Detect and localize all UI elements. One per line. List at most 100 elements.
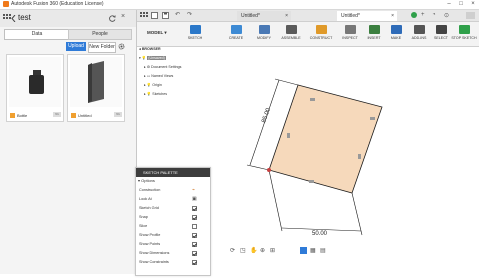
create-icon — [230, 25, 242, 34]
zoom-window-icon[interactable]: ⊞ — [270, 247, 275, 254]
palette-row-label: Look At — [139, 197, 152, 201]
palette-row-snap[interactable]: Snap — [139, 213, 207, 222]
design-file-icon — [10, 113, 15, 118]
toolbar-assemble[interactable]: ASSEMBLE — [276, 24, 306, 46]
constraint-glyph — [309, 180, 314, 183]
toolbar-stop-sketch[interactable]: STOP SKETCH — [449, 24, 479, 46]
look-at-icon[interactable]: ▣ — [192, 195, 197, 204]
modify-icon — [258, 25, 270, 34]
palette-row-show-dimensions[interactable]: Show Dimensions — [139, 249, 207, 258]
constraint-glyph — [287, 133, 290, 138]
inspect-icon — [344, 25, 356, 34]
undo-icon[interactable]: ↶ — [175, 11, 180, 18]
settings-gear-icon[interactable] — [118, 43, 125, 50]
construction-icon[interactable]: ⌁ — [192, 186, 195, 195]
show-dimensions-checkbox[interactable] — [192, 251, 197, 256]
lightbulb-icon[interactable]: 💡 — [147, 92, 151, 96]
data-panel-header: test × — [0, 10, 136, 27]
show-constraints-checkbox[interactable] — [192, 260, 197, 265]
palette-row-construction[interactable]: Construction ⌁ — [139, 186, 207, 195]
sketch-palette-section[interactable]: ▾ Options — [138, 178, 155, 183]
notifications-icon[interactable]: ◔ — [432, 12, 436, 18]
palette-row-label: Show Constraints — [139, 260, 169, 264]
palette-row-show-points[interactable]: Show Points — [139, 240, 207, 249]
navigation-bar: ⟳ ◳ ✋ ⊕ ⊞ ▦ ▤ — [230, 247, 350, 256]
show-points-checkbox[interactable] — [192, 242, 197, 247]
plate-thumbnail-icon — [88, 61, 104, 103]
grid-menu-icon[interactable] — [140, 12, 148, 19]
assemble-icon — [285, 25, 297, 34]
version-badge: V1 — [53, 112, 61, 117]
browser-item-root[interactable]: ▾ 💡 (Unsaved) — [139, 54, 209, 63]
lightbulb-icon[interactable]: 💡 — [147, 83, 151, 87]
design-card-untitled[interactable]: Untitled V1 — [67, 54, 125, 122]
zoom-icon[interactable]: ⊕ — [260, 247, 265, 254]
minimize-icon[interactable]: – — [443, 0, 455, 9]
palette-row-slice[interactable]: Slice — [139, 222, 207, 231]
lightbulb-icon[interactable]: 💡 — [142, 56, 146, 60]
toolbar-sketch[interactable]: SKETCH — [180, 24, 210, 46]
browser-item-label: Named Views — [151, 74, 174, 78]
back-chevron-icon[interactable] — [11, 15, 16, 22]
viewports-icon[interactable]: ▤ — [320, 247, 326, 254]
save-icon[interactable] — [162, 12, 169, 19]
thumbnail-image — [9, 57, 61, 107]
sketch-grid-checkbox[interactable] — [192, 206, 197, 211]
title-bar: Autodesk Fusion 360 (Education License) … — [0, 0, 479, 10]
snap-checkbox[interactable] — [192, 215, 197, 220]
user-avatar[interactable] — [466, 12, 475, 19]
jobs-icon[interactable]: ⊙ — [444, 12, 449, 19]
gear-icon: ⚙ — [146, 65, 151, 69]
height-dimension-text: 85.00 — [261, 107, 272, 124]
design-card-bottle[interactable]: Bottle V1 — [6, 54, 64, 122]
palette-row-show-constraints[interactable]: Show Constraints — [139, 258, 207, 267]
palette-row-sketch-grid[interactable]: Sketch Grid — [139, 204, 207, 213]
browser-item-label: (Unsaved) — [147, 56, 166, 60]
display-settings-icon[interactable] — [300, 247, 307, 254]
orbit-icon[interactable]: ⟳ — [230, 247, 235, 254]
browser-item-document-settings[interactable]: ▸ ⚙ Document Settings — [139, 63, 209, 72]
stop-sketch-icon — [458, 25, 470, 34]
toolbar-modify[interactable]: MODIFY — [249, 24, 279, 46]
look-icon[interactable]: ◳ — [240, 247, 246, 254]
palette-row-look-at[interactable]: Look At ▣ — [139, 195, 207, 204]
dimension-extension-line — [268, 169, 283, 232]
sketch-palette-header[interactable]: SKETCH PALETTE — [136, 168, 210, 177]
close-icon[interactable]: × — [467, 0, 479, 9]
pan-icon[interactable]: ✋ — [250, 247, 257, 254]
grid-settings-icon[interactable]: ▦ — [310, 247, 316, 254]
doc-tab-label: Untitled* — [241, 13, 260, 19]
redo-icon[interactable]: ↷ — [187, 11, 192, 18]
show-profile-checkbox[interactable] — [192, 233, 197, 238]
tab-data[interactable]: Data — [4, 29, 70, 40]
window-title: Autodesk Fusion 360 (Education License) — [11, 1, 104, 7]
browser-item-named-views[interactable]: ▸ ▭ Named Views — [139, 72, 209, 81]
thumbnail-image — [70, 57, 122, 107]
doc-tab-2[interactable]: Untitled* × — [337, 11, 397, 21]
browser-panel: ◂ BROWSER ▾ 💡 (Unsaved) ▸ ⚙ Document Set… — [139, 45, 209, 96]
bottle-thumbnail-icon — [29, 70, 44, 94]
browser-item-sketches[interactable]: ▸ 💡 Sketches — [139, 90, 209, 99]
close-panel-icon[interactable]: × — [121, 13, 125, 20]
slice-checkbox[interactable] — [192, 224, 197, 229]
palette-row-show-profile[interactable]: Show Profile — [139, 231, 207, 240]
refresh-icon[interactable] — [109, 15, 116, 22]
doc-tab-1[interactable]: Untitled* × — [237, 11, 291, 21]
folder-icon: ▭ — [146, 74, 151, 78]
new-tab-icon[interactable]: + — [421, 12, 425, 18]
workspace-switcher[interactable]: MODEL ▾ — [147, 27, 169, 38]
make-icon — [390, 25, 402, 34]
toolbar-construct[interactable]: CONSTRUCT — [306, 24, 336, 46]
design-name: Bottle — [17, 113, 28, 118]
browser-item-origin[interactable]: ▸ 💡 Origin — [139, 81, 209, 90]
doc-tab-close-icon[interactable]: × — [285, 11, 288, 21]
palette-row-label: Construction — [139, 188, 161, 192]
browser-title[interactable]: ◂ BROWSER — [139, 45, 209, 54]
doc-tab-close-icon[interactable]: × — [391, 11, 394, 21]
upload-button[interactable]: Upload — [66, 42, 86, 51]
maximize-icon[interactable]: □ — [455, 0, 467, 9]
tab-people[interactable]: People — [68, 29, 132, 40]
new-folder-button[interactable]: New Folder — [88, 42, 116, 53]
file-icon[interactable] — [151, 12, 158, 19]
toolbar-create[interactable]: CREATE — [221, 24, 251, 46]
